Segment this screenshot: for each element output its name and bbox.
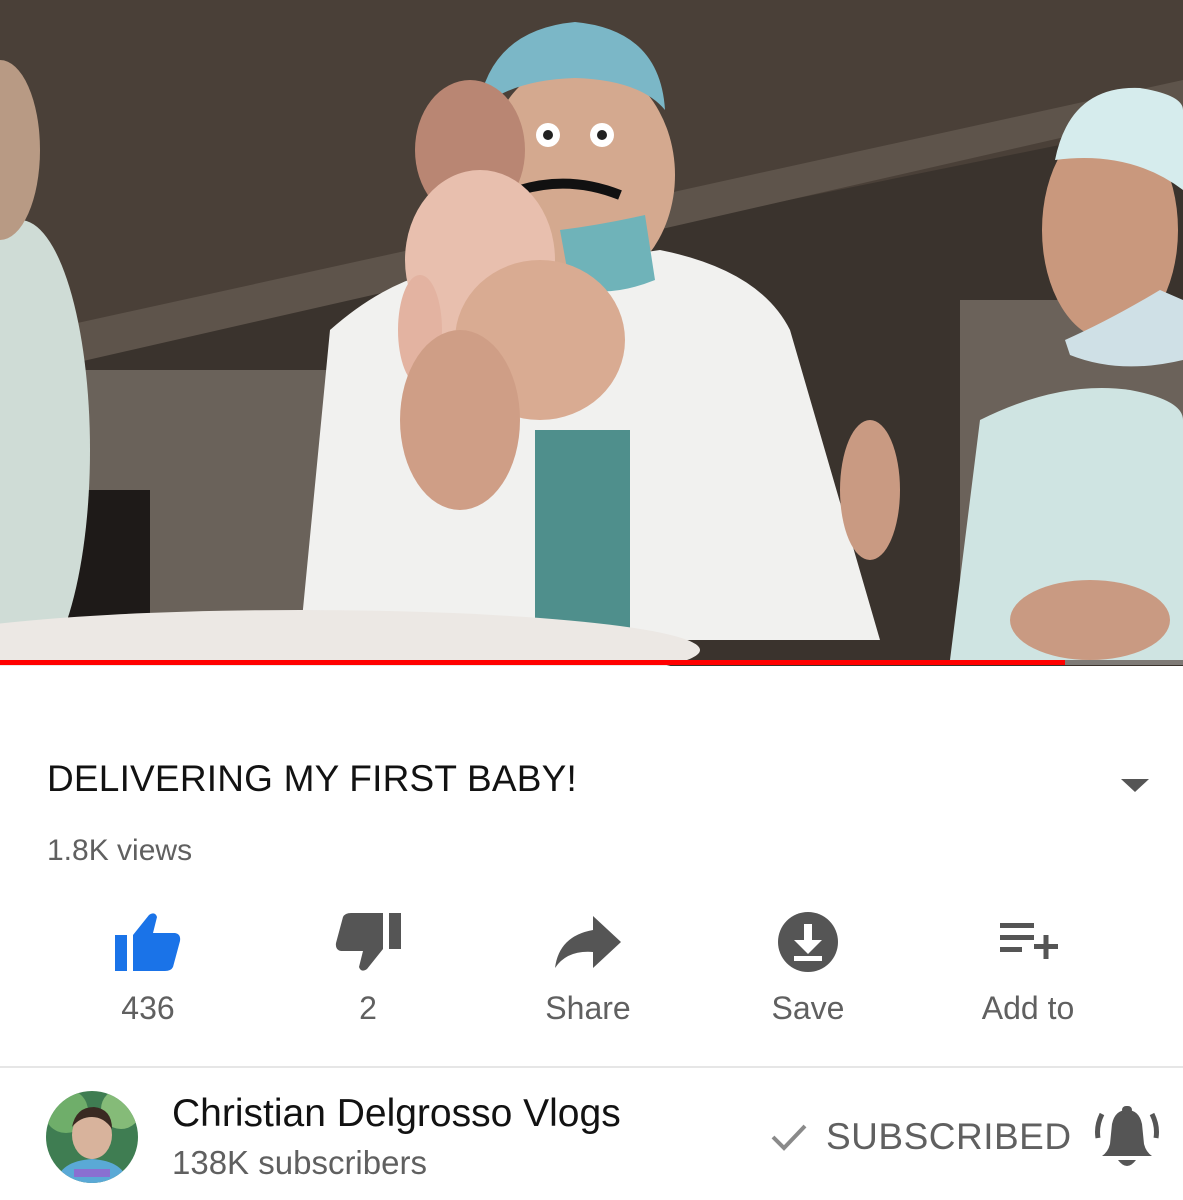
video-player[interactable] xyxy=(0,0,1183,666)
video-title: DELIVERING MY FIRST BABY! xyxy=(47,758,577,799)
video-progress-bar[interactable] xyxy=(0,660,1183,665)
thumbs-down-icon xyxy=(328,904,408,980)
share-button[interactable]: Share xyxy=(478,900,698,1040)
view-count: 1.8K views xyxy=(47,834,193,867)
channel-avatar[interactable] xyxy=(46,1091,138,1183)
share-arrow-icon xyxy=(548,904,628,980)
like-button[interactable]: 436 xyxy=(38,900,258,1040)
share-label: Share xyxy=(545,990,631,1026)
save-label: Save xyxy=(771,990,845,1026)
video-actions: 436 2 Share Save Add to xyxy=(38,900,1138,1040)
thumbs-up-icon xyxy=(108,904,188,980)
video-progress-played xyxy=(0,660,1065,665)
subscriber-count: 138K subscribers xyxy=(172,1144,427,1181)
channel-name[interactable]: Christian Delgrosso Vlogs xyxy=(172,1092,621,1136)
notification-bell-icon[interactable] xyxy=(1094,1104,1160,1174)
subscribed-label: SUBSCRIBED xyxy=(826,1116,1072,1157)
save-button[interactable]: Save xyxy=(698,900,918,1040)
add-to-playlist-button[interactable]: Add to xyxy=(918,900,1138,1040)
checkmark-icon xyxy=(771,1124,807,1151)
chevron-down-icon xyxy=(1121,779,1149,792)
playlist-add-icon xyxy=(988,904,1068,980)
like-count: 436 xyxy=(121,990,175,1026)
section-divider xyxy=(0,1066,1183,1068)
subscribed-button[interactable]: SUBSCRIBED xyxy=(770,1112,1072,1162)
add-to-label: Add to xyxy=(981,990,1075,1026)
dislike-count: 2 xyxy=(359,990,377,1026)
download-icon xyxy=(768,904,848,980)
video-frame-thumbnail xyxy=(0,0,1183,666)
expand-description-button[interactable] xyxy=(1108,768,1162,802)
dislike-button[interactable]: 2 xyxy=(258,900,478,1040)
